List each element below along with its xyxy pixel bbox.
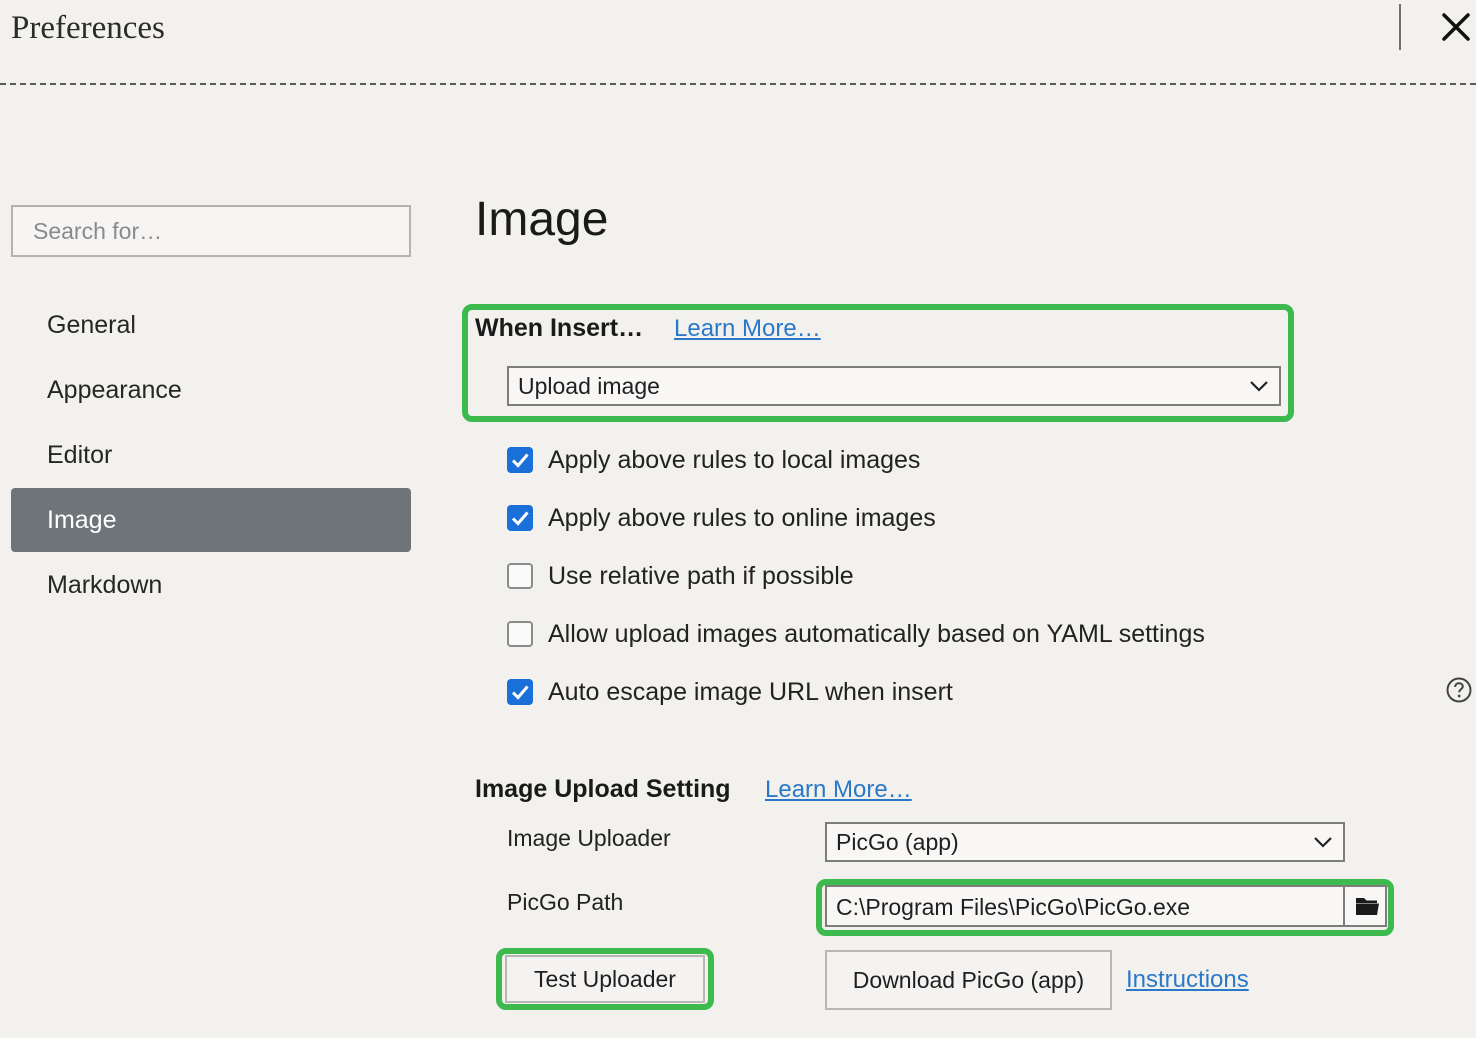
- checkbox-unchecked-icon: [507, 563, 533, 589]
- title-divider: [1399, 4, 1401, 50]
- title-bar: Preferences: [0, 0, 1476, 85]
- picgo-path-label: PicGo Path: [507, 889, 624, 915]
- upload-setting-learn-more-link[interactable]: Learn More…: [765, 776, 912, 804]
- instructions-link[interactable]: Instructions: [1126, 966, 1249, 994]
- search-input[interactable]: [13, 207, 403, 255]
- help-icon: [1446, 677, 1472, 703]
- image-uploader-select-value: PicGo (app): [836, 829, 959, 855]
- sidebar-item-markdown[interactable]: Markdown: [11, 553, 411, 617]
- checkbox-label: Auto escape image URL when insert: [548, 678, 953, 706]
- checkbox-checked-icon: [507, 447, 533, 473]
- page-title: Image: [475, 193, 609, 246]
- sidebar-item-general[interactable]: General: [11, 293, 411, 357]
- chevron-down-icon: [1314, 837, 1332, 848]
- checkbox-checked-icon: [507, 505, 533, 531]
- image-uploader-select[interactable]: PicGo (app): [825, 822, 1345, 862]
- checkbox-label: Allow upload images automatically based …: [548, 620, 1205, 648]
- title-separator: [0, 83, 1476, 85]
- when-insert-learn-more-link[interactable]: Learn More…: [674, 315, 821, 343]
- help-button[interactable]: [1446, 677, 1472, 703]
- upload-setting-label: Image Upload Setting: [475, 775, 731, 803]
- checkbox-label: Use relative path if possible: [548, 562, 854, 590]
- picgo-path-input[interactable]: [827, 887, 1348, 927]
- folder-icon: [1356, 898, 1379, 915]
- image-uploader-label: Image Uploader: [507, 825, 671, 851]
- close-button[interactable]: [1435, 6, 1475, 46]
- test-uploader-button[interactable]: Test Uploader: [505, 955, 705, 1003]
- when-insert-select-value: Upload image: [518, 373, 660, 399]
- search-box: [11, 205, 411, 257]
- sidebar-item-appearance[interactable]: Appearance: [11, 358, 411, 422]
- download-picgo-button[interactable]: Download PicGo (app): [825, 950, 1112, 1010]
- close-icon: [1442, 13, 1470, 41]
- sidebar-item-image[interactable]: Image: [11, 488, 411, 552]
- checkbox-label: Apply above rules to online images: [548, 504, 936, 532]
- when-insert-label: When Insert…: [475, 314, 644, 342]
- checkbox-unchecked-icon: [507, 621, 533, 647]
- browse-folder-button[interactable]: [1347, 887, 1387, 925]
- picgo-path-field: [825, 885, 1387, 927]
- checkbox-label: Apply above rules to local images: [548, 446, 921, 474]
- field-divider: [1343, 887, 1345, 925]
- chevron-down-icon: [1250, 381, 1268, 392]
- window-title: Preferences: [11, 10, 165, 46]
- sidebar-item-editor[interactable]: Editor: [11, 423, 411, 487]
- when-insert-select[interactable]: Upload image: [507, 366, 1281, 406]
- checkbox-checked-icon: [507, 679, 533, 705]
